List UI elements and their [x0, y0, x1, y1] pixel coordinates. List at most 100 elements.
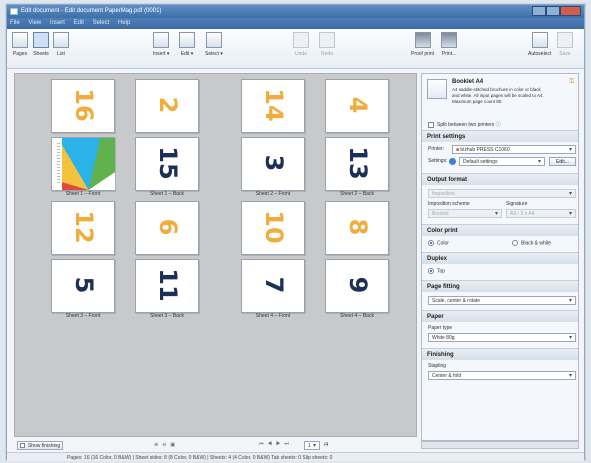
sheet-thumbnail[interactable]: 2 15 Sheet 1 – Back — [133, 79, 201, 197]
signature-select[interactable]: A3 - 2 x A4 — [506, 209, 576, 218]
menu-view[interactable]: View — [28, 20, 41, 26]
booklet-icon — [427, 79, 447, 99]
duplex-top-radio[interactable]: Top — [428, 268, 445, 274]
page-thumbnail[interactable] — [51, 137, 115, 191]
select-button[interactable]: Select ▾ — [205, 32, 223, 57]
printer-icon — [414, 32, 431, 48]
page-total: /4 — [324, 442, 329, 448]
duplex-section: Duplex — [422, 252, 578, 264]
select-icon — [205, 32, 222, 48]
page-thumbnail[interactable]: 13 — [325, 137, 389, 191]
page-thumbnail[interactable]: 4 — [325, 79, 389, 133]
app-window: Edit document - Edit document PaperMag.p… — [6, 4, 585, 461]
output-format-section: Output format — [422, 173, 578, 185]
sheet-caption: Sheet 3 – Front — [65, 313, 101, 319]
menu-edit[interactable]: Edit — [74, 20, 84, 26]
menu-insert[interactable]: Insert — [50, 20, 65, 26]
product-heading: Booklet A4 — [452, 79, 484, 85]
color-print-section: Color print — [422, 224, 578, 236]
page-fitting-section: Page fitting — [422, 280, 578, 292]
redo-icon — [319, 32, 335, 48]
autoselect-icon — [531, 32, 548, 48]
sheet-thumbnail[interactable]: 6 11 Sheet 3 – Back — [133, 201, 201, 319]
page-thumbnail[interactable]: 10 — [241, 201, 305, 255]
proof-print-button[interactable]: Proof print — [411, 32, 434, 57]
imposition-scheme-select[interactable]: Booklet — [428, 209, 502, 218]
info-icon — [449, 158, 456, 165]
menu-bar: File View Insert Edit Select Help — [7, 18, 584, 29]
close-button[interactable] — [560, 6, 581, 16]
paper-section: Paper — [422, 310, 578, 322]
edit-icon — [179, 32, 195, 48]
lock-icon: ⚿ — [569, 79, 574, 85]
split-checkbox[interactable] — [428, 121, 434, 128]
sheet-thumbnail[interactable]: 14 3 Sheet 2 – Front — [239, 79, 307, 197]
page-thumbnail[interactable]: 15 — [135, 137, 199, 191]
list-view-button[interactable]: List — [53, 32, 69, 57]
page-thumbnail[interactable]: 5 — [51, 259, 115, 313]
settings-panel: Booklet A4 A4 saddle-stitched brochure i… — [421, 73, 579, 441]
finishing-section: Finishing — [422, 348, 578, 360]
sheet-thumbnail[interactable]: 4 13 Sheet 2 – Back — [323, 79, 391, 197]
sheet-caption: Sheet 1 – Back — [150, 191, 184, 197]
page-thumbnail[interactable]: 16 — [51, 79, 115, 133]
sheets-view-button[interactable]: Sheets — [33, 32, 49, 57]
page-thumbnail[interactable]: 11 — [135, 259, 199, 313]
sheet-thumbnail[interactable]: 12 5 Sheet 3 – Front — [49, 201, 117, 319]
black-white-radio[interactable]: Black & white — [512, 240, 551, 246]
insert-button[interactable]: Insert ▾ — [153, 32, 169, 57]
color-radio[interactable]: Color — [428, 240, 449, 246]
sheet-thumbnail[interactable]: 8 9 Sheet 4 – Back — [323, 201, 391, 319]
page-thumbnail[interactable]: 14 — [241, 79, 305, 133]
page-thumbnail[interactable]: 7 — [241, 259, 305, 313]
split-printers-option[interactable]: Split between two printers ⓘ — [428, 121, 501, 128]
sheet-thumbnail[interactable]: 16 Sheet 1 – Front — [49, 79, 117, 197]
insert-icon — [153, 32, 170, 48]
maximize-button[interactable] — [546, 6, 560, 16]
page-thumbnail[interactable]: 2 — [135, 79, 199, 133]
help-icon[interactable]: ⓘ — [496, 122, 501, 128]
sheet-caption: Sheet 1 – Front — [65, 191, 101, 197]
menu-help[interactable]: Help — [118, 20, 130, 26]
sheet-thumbnail[interactable]: 10 7 Sheet 4 – Front — [239, 201, 307, 319]
page-thumbnail[interactable]: 12 — [51, 201, 115, 255]
page-fitting-select[interactable]: Scale, center & rotate — [428, 296, 576, 305]
menu-select[interactable]: Select — [93, 20, 110, 26]
edit-settings-button[interactable]: Edit... — [549, 157, 576, 166]
list-icon — [53, 32, 69, 48]
page-thumbnail[interactable]: 3 — [241, 137, 305, 191]
toolbar: Pages Sheets List Insert ▾ Edit ▾ Select… — [7, 29, 584, 69]
sheet-caption: Sheet 4 – Front — [255, 313, 291, 319]
sheet-caption: Sheet 2 – Front — [255, 191, 291, 197]
page-thumbnail[interactable]: 9 — [325, 259, 389, 313]
save-button[interactable]: Save — [557, 32, 573, 57]
show-finishing-toggle[interactable]: Show finishing — [17, 441, 63, 450]
sheet-canvas: 16 Sheet 1 – Front 2 15 Sheet 1 – Back 1… — [14, 73, 417, 437]
imposition-select[interactable]: Imposition — [428, 189, 576, 198]
minimize-button[interactable] — [532, 6, 546, 16]
window-title: Edit document - Edit document PaperMag.p… — [21, 8, 162, 14]
panel-scrollbar[interactable] — [421, 441, 579, 449]
printer-select[interactable]: ■ bizhub PRESS C1060 — [452, 145, 576, 154]
menu-file[interactable]: File — [10, 20, 20, 26]
edit-button[interactable]: Edit ▾ — [179, 32, 195, 57]
paper-type-select[interactable]: White 80g — [428, 333, 576, 342]
print-button[interactable]: Print... — [441, 32, 457, 57]
pages-view-button[interactable]: Pages — [12, 32, 28, 57]
print-settings-section: Print settings — [422, 130, 578, 142]
undo-button[interactable]: Undo — [293, 32, 309, 57]
page-nav-arrows[interactable]: ⏮◀▶⏭ — [259, 441, 293, 447]
undo-icon — [293, 32, 309, 48]
product-description: A4 saddle-stitched brochure in color or … — [452, 87, 544, 104]
page-number-select[interactable]: 1 — [304, 441, 320, 450]
page-thumbnail[interactable]: 6 — [135, 201, 199, 255]
settings-select[interactable]: Default settings — [459, 157, 545, 166]
stapling-select[interactable]: Center & fold — [428, 371, 576, 380]
zoom-icons[interactable]: ⊕⊖▣ — [154, 442, 179, 448]
pages-icon — [12, 32, 28, 48]
redo-button[interactable]: Redo — [319, 32, 335, 57]
status-bar: Pages: 16 (16 Color, 0 B&W) | Sheet side… — [7, 452, 584, 461]
page-thumbnail[interactable]: 8 — [325, 201, 389, 255]
autoselect-button[interactable]: Autoselect — [528, 32, 551, 57]
canvas-footer: Show finishing ⊕⊖▣ ⏮◀▶⏭ 1 /4 — [14, 441, 417, 450]
